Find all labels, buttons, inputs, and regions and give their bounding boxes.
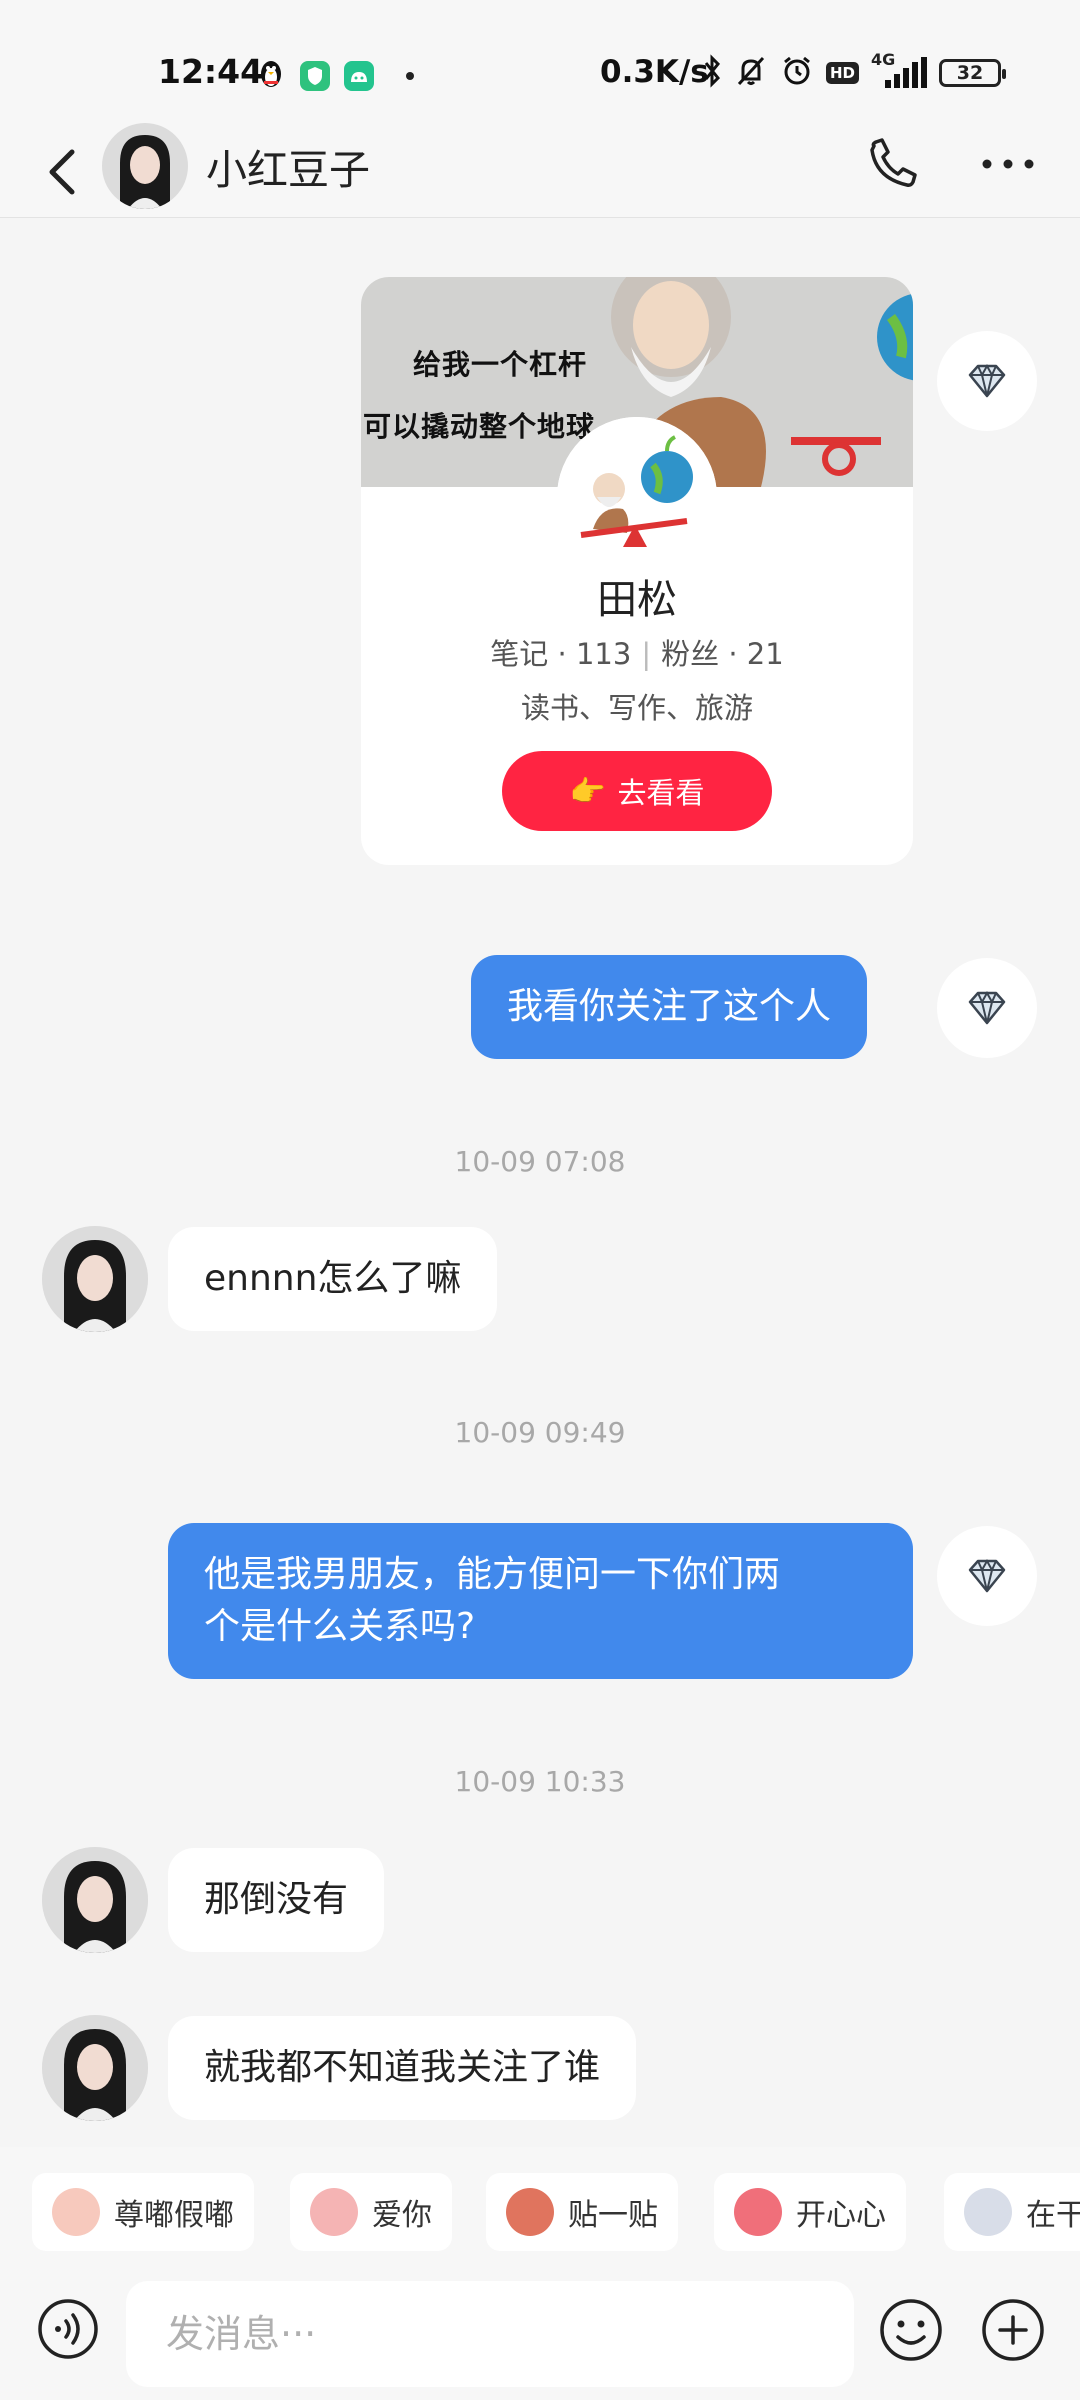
lever-globe-avatar-image <box>557 417 717 577</box>
profile-tags: 读书、写作、旅游 <box>520 691 753 725</box>
system-icons: HD 4G 32 <box>702 50 1007 92</box>
contact-message-avatar[interactable] <box>42 1847 148 1953</box>
diamond-icon <box>968 363 1006 398</box>
contact-avatar[interactable] <box>102 123 188 209</box>
diamond-icon <box>968 1558 1006 1593</box>
notes-count: 113 <box>575 637 632 671</box>
stats-divider: | <box>641 637 652 671</box>
contact-message-avatar[interactable] <box>42 1226 148 1332</box>
chevron-left-icon <box>49 149 75 195</box>
signal-icon: 4G <box>871 50 928 90</box>
message-text-line2: 个是什么关系吗? <box>204 1606 476 1647</box>
contact-name[interactable]: 小红豆子 <box>206 136 370 196</box>
sticker-label: 开心心 <box>796 2198 886 2233</box>
incoming-message-bubble[interactable]: ennnn怎么了嘛 <box>168 1227 498 1331</box>
incoming-message-bubble[interactable]: 就我都不知道我关注了谁 <box>168 2016 637 2120</box>
bluetooth-icon <box>702 54 722 92</box>
shared-profile-card[interactable]: 给我一个杠杆 可以撬动整个地球 田松 笔记 · 113 | 粉丝 · 21 读书、写… <box>361 277 913 865</box>
message-text-line1: 他是我男朋友，能方便问一下你们两 <box>204 1554 781 1595</box>
voice-wave-icon <box>38 2299 98 2359</box>
sticker-label: 在干 <box>1026 2198 1080 2233</box>
more-options-button[interactable] <box>975 134 1041 194</box>
outgoing-message-bubble[interactable]: 我看你关注了这个人 <box>471 955 868 1059</box>
fans-count: 21 <box>746 637 784 671</box>
banner-text-line1: 给我一个杠杆 <box>413 348 588 381</box>
hd-icon: HD <box>826 62 860 84</box>
hug-couple-icon <box>506 2188 554 2236</box>
sticker-label: 尊嘟假嘟 <box>114 2198 234 2233</box>
notification-icons <box>256 58 414 94</box>
shield-app-icon <box>300 61 330 91</box>
profile-avatar[interactable] <box>557 417 717 577</box>
sticker-chip[interactable]: 爱你 <box>290 2173 452 2251</box>
back-button[interactable] <box>36 130 96 210</box>
curious-face-icon <box>964 2188 1012 2236</box>
view-profile-label: 去看看 <box>617 776 705 810</box>
self-avatar[interactable] <box>937 1526 1037 1626</box>
message-composer <box>0 2269 1080 2400</box>
self-avatar[interactable] <box>937 958 1037 1058</box>
diamond-icon <box>968 990 1006 1025</box>
voice-input-button[interactable] <box>36 2297 100 2361</box>
self-avatar[interactable] <box>937 331 1037 431</box>
message-list[interactable]: 给我一个杠杆 可以撬动整个地球 田松 笔记 · 113 | 粉丝 · 21 读书、写… <box>0 219 1080 2139</box>
pig-face-icon <box>52 2188 100 2236</box>
status-bar: 12:44 0.3K/s HD 4G 32 <box>0 0 1080 120</box>
message-timestamp: 10-09 09:49 <box>454 1416 626 1449</box>
sticker-label: 爱你 <box>372 2198 432 2233</box>
sticker-label: 贴一贴 <box>568 2198 658 2233</box>
pig-love-icon <box>310 2188 358 2236</box>
contact-message-avatar[interactable] <box>42 2015 148 2121</box>
alarm-icon <box>780 54 814 92</box>
sticker-chip[interactable]: 开心心 <box>714 2173 906 2251</box>
fans-label: 粉丝 <box>661 637 720 671</box>
sticker-chip[interactable]: 尊嘟假嘟 <box>32 2173 254 2251</box>
pointing-hand-icon: 👉 <box>569 773 606 808</box>
message-timestamp: 10-09 10:33 <box>454 1765 626 1798</box>
more-actions-button[interactable] <box>980 2297 1046 2363</box>
incoming-message-bubble[interactable]: 那倒没有 <box>168 1848 385 1952</box>
quick-sticker-bar[interactable]: 尊嘟假嘟 爱你 贴一贴 开心心 在干 <box>0 2147 1080 2269</box>
penguin-icon <box>256 58 286 94</box>
message-timestamp: 10-09 07:08 <box>454 1145 626 1178</box>
banner-text-line2: 可以撬动整个地球 <box>363 410 596 443</box>
sticker-chip[interactable]: 贴一贴 <box>486 2173 678 2251</box>
more-notifications-dot <box>406 72 414 80</box>
mute-bell-icon <box>734 54 768 92</box>
call-button[interactable] <box>862 132 922 200</box>
profile-stats: 笔记 · 113 | 粉丝 · 21 <box>490 637 784 671</box>
android-app-icon <box>344 61 374 91</box>
happy-heart-icon <box>734 2188 782 2236</box>
outgoing-message-bubble[interactable]: 他是我男朋友，能方便问一下你们两 个是什么关系吗? <box>168 1523 913 1679</box>
network-speed: 0.3K/s <box>600 54 709 90</box>
sticker-chip[interactable]: 在干 <box>944 2173 1080 2251</box>
battery-indicator: 32 <box>939 59 1007 87</box>
message-input[interactable] <box>126 2281 854 2387</box>
plus-icon <box>982 2299 1044 2361</box>
more-dots-icon <box>982 159 1034 169</box>
phone-icon <box>870 138 917 187</box>
profile-name: 田松 <box>597 577 677 623</box>
status-time: 12:44 <box>158 52 264 91</box>
smiley-icon <box>880 2299 942 2361</box>
view-profile-button[interactable]: 👉 去看看 <box>502 751 772 831</box>
emoji-button[interactable] <box>878 2297 944 2363</box>
chat-header: 小红豆子 <box>0 120 1080 218</box>
notes-label: 笔记 <box>490 637 549 671</box>
